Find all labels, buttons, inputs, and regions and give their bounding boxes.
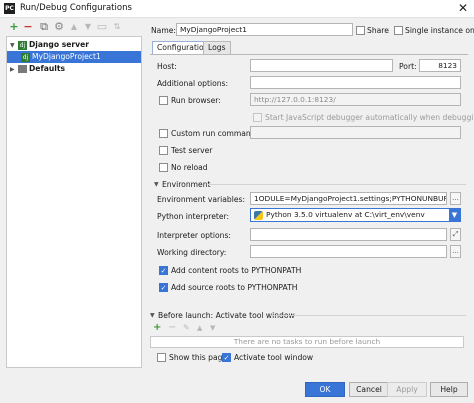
python-interpreter-dropdown[interactable]: Python 3.5.0 virtualenv at C:\virt_env\v… [250, 208, 461, 222]
additional-options-label: Additional options: [157, 79, 229, 88]
move-task-down-icon[interactable]: ▼ [210, 324, 215, 332]
tree-item-label: MyDjangoProject1 [32, 52, 101, 61]
env-vars-input[interactable]: 1ODULE=MyDjangoProject1.settings;PYTHONU… [250, 192, 447, 205]
working-directory-input[interactable] [250, 245, 447, 258]
remove-icon[interactable]: − [22, 21, 34, 33]
apply-button[interactable]: Apply [387, 382, 427, 397]
move-up-icon[interactable]: ▲ [68, 21, 80, 33]
run-browser-checkbox[interactable] [159, 96, 168, 105]
tabs-divider [150, 54, 468, 55]
custom-run-command-checkbox[interactable] [159, 129, 168, 138]
remove-task-icon[interactable]: − [168, 322, 176, 333]
edit-task-icon[interactable]: ✎ [183, 323, 190, 332]
test-server-checkbox[interactable] [159, 146, 168, 155]
single-instance-checkbox[interactable] [394, 26, 403, 35]
interpreter-options-label: Interpreter options: [157, 231, 231, 240]
share-checkbox[interactable] [356, 26, 365, 35]
additional-options-input[interactable] [250, 76, 461, 89]
cancel-button[interactable]: Cancel [349, 382, 389, 397]
custom-run-command-input[interactable] [250, 126, 461, 139]
expand-field-icon[interactable]: ⤢ [450, 228, 461, 241]
tree-group-defaults[interactable]: ▶ Defaults [7, 63, 141, 75]
working-directory-browse-button[interactable]: ... [450, 245, 461, 258]
add-task-icon[interactable]: + [153, 322, 161, 333]
before-launch-divider [270, 315, 466, 316]
tree-group-label: Defaults [29, 64, 66, 73]
test-server-label: Test server [171, 146, 213, 155]
close-window-icon[interactable]: ✕ [458, 1, 468, 15]
interpreter-options-input[interactable] [250, 228, 447, 241]
port-input[interactable]: 8123 [419, 59, 461, 72]
collapse-environment-icon[interactable]: ▼ [154, 181, 159, 188]
tree-group-django-server[interactable]: ▼ dj Django server [7, 39, 141, 51]
django-icon: dj [18, 40, 27, 50]
environment-divider [208, 184, 466, 185]
activate-tool-window-checkbox[interactable]: ✓ [222, 353, 231, 362]
start-js-debugger-checkbox[interactable] [253, 113, 262, 122]
host-label: Host: [157, 62, 177, 71]
single-instance-label: Single instance only [405, 26, 474, 35]
before-launch-task-list[interactable]: There are no tasks to run before launch [150, 336, 464, 348]
defaults-icon [18, 65, 27, 73]
empty-tasks-text: There are no tasks to run before launch [233, 337, 381, 346]
add-source-roots-checkbox[interactable]: ✓ [159, 283, 168, 292]
start-js-debugger-label: Start JavaScript debugger automatically … [265, 113, 474, 122]
move-down-icon[interactable]: ▼ [82, 21, 94, 33]
add-content-roots-checkbox[interactable]: ✓ [159, 266, 168, 275]
add-icon[interactable]: + [8, 21, 20, 33]
move-task-up-icon[interactable]: ▲ [197, 324, 202, 332]
environment-section-label: Environment [162, 180, 211, 189]
python-interpreter-value: Python 3.5.0 virtualenv at C:\virt_env\v… [266, 210, 425, 219]
pycharm-app-icon: PC [4, 3, 15, 14]
no-reload-label: No reload [171, 163, 208, 172]
tree-group-label: Django server [29, 40, 89, 49]
host-input[interactable] [250, 59, 393, 72]
sort-icon[interactable]: ⇅ [111, 21, 123, 33]
show-this-page-checkbox[interactable] [157, 353, 166, 362]
port-label: Port: [399, 62, 417, 71]
run-browser-label: Run browser: [171, 96, 221, 105]
name-label: Name: [151, 26, 176, 35]
chevron-down-icon[interactable]: ▼ [449, 209, 460, 221]
add-content-roots-label: Add content roots to PYTHONPATH [171, 266, 302, 275]
name-input[interactable]: MyDjangoProject1 [176, 23, 353, 36]
expand-right-icon[interactable]: ▶ [10, 64, 18, 76]
show-this-page-label: Show this page [169, 353, 228, 362]
help-button[interactable]: Help [430, 382, 468, 397]
window-title: Run/Debug Configurations [20, 3, 132, 13]
custom-run-command-label: Custom run command: [171, 129, 259, 138]
env-vars-label: Environment variables: [157, 195, 246, 204]
working-directory-label: Working directory: [157, 248, 227, 257]
env-vars-browse-button[interactable]: ... [450, 192, 461, 205]
django-icon: dj [21, 52, 30, 62]
add-source-roots-label: Add source roots to PYTHONPATH [171, 283, 298, 292]
folder-icon[interactable]: ▭ [96, 21, 108, 33]
python-interpreter-label: Python interpreter: [157, 212, 230, 221]
share-label: Share [367, 26, 389, 35]
collapse-before-launch-icon[interactable]: ▼ [150, 312, 155, 319]
tab-logs[interactable]: Logs [203, 41, 231, 54]
configurations-tree[interactable]: ▼ dj Django server dj MyDjangoProject1 ▶ Def… [6, 36, 142, 368]
no-reload-checkbox[interactable] [159, 163, 168, 172]
python-icon [254, 211, 263, 220]
activate-tool-window-label: Activate tool window [234, 353, 314, 362]
tree-item-mydjangoproject1[interactable]: dj MyDjangoProject1 [7, 51, 141, 63]
copy-icon[interactable]: ⧉ [38, 21, 50, 33]
run-browser-url-input[interactable]: http://127.0.0.1:8123/ [250, 93, 461, 106]
ok-button[interactable]: OK [305, 382, 345, 397]
settings-icon[interactable]: ⚙ [53, 21, 65, 33]
